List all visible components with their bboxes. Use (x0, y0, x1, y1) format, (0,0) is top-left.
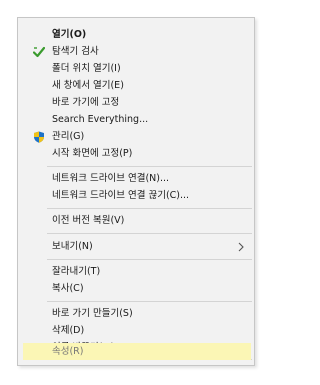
menu-item-label: 탐색기 검사 (52, 46, 99, 57)
menu-separator (47, 259, 252, 260)
context-menu: 열기(O) 탐색기 검사 폴더 위치 열기(I) 새 창에서 열기(E) 바로 … (17, 17, 255, 366)
menu-item-search-everything[interactable]: Search Everything... (18, 111, 254, 129)
menu-item-delete[interactable]: 삭제(D) (18, 322, 254, 340)
menu-item-label: 관리(G) (52, 131, 85, 142)
chevron-right-icon (238, 238, 244, 258)
menu-item-label: 속성(R) (52, 346, 84, 357)
menu-item-label: 네트워크 드라이브 연결(N)... (52, 173, 170, 184)
menu-separator (47, 233, 252, 234)
menu-item-pin-quick-access[interactable]: 바로 가기에 고정 (18, 94, 254, 112)
menu-separator (47, 166, 252, 167)
menu-item-explorer-scan[interactable]: 탐색기 검사 (18, 43, 254, 61)
menu-separator (47, 208, 252, 209)
menu-separator (47, 301, 252, 302)
defender-checkmark-icon (32, 46, 46, 58)
menu-item-label: Search Everything... (52, 114, 149, 125)
menu-item-label: 복사(C) (52, 283, 84, 294)
menu-item-copy[interactable]: 복사(C) (18, 280, 254, 298)
menu-item-label: 바로 가기에 고정 (52, 97, 120, 108)
menu-item-map-network-drive[interactable]: 네트워크 드라이브 연결(N)... (18, 170, 254, 188)
menu-item-label: 보내기(N) (52, 241, 93, 252)
menu-item-label: 새 창에서 열기(E) (52, 80, 124, 91)
menu-item-restore-previous-versions[interactable]: 이전 버전 복원(V) (18, 212, 254, 230)
menu-item-properties[interactable]: 속성(R) (18, 343, 254, 361)
uac-shield-icon (33, 131, 45, 143)
menu-item-manage[interactable]: 관리(G) (18, 128, 254, 146)
menu-item-open-new-window[interactable]: 새 창에서 열기(E) (18, 77, 254, 95)
menu-item-label: 열기(O) (52, 29, 87, 40)
menu-item-pin-start[interactable]: 시작 화면에 고정(P) (18, 145, 254, 163)
menu-item-label: 네트워크 드라이브 연결 끊기(C)... (52, 190, 190, 201)
menu-item-label: 시작 화면에 고정(P) (52, 148, 133, 159)
menu-item-label: 잘라내기(T) (52, 266, 101, 277)
menu-item-open-folder-location[interactable]: 폴더 위치 열기(I) (18, 60, 254, 78)
menu-item-label: 바로 가기 만들기(S) (52, 308, 133, 319)
menu-item-send-to[interactable]: 보내기(N) (18, 238, 254, 256)
menu-item-label: 이전 버전 복원(V) (52, 215, 125, 226)
menu-item-cut[interactable]: 잘라내기(T) (18, 263, 254, 281)
menu-item-open[interactable]: 열기(O) (18, 26, 254, 44)
menu-item-label: 삭제(D) (52, 325, 85, 336)
menu-item-label: 폴더 위치 열기(I) (52, 63, 121, 74)
menu-item-disconnect-network-drive[interactable]: 네트워크 드라이브 연결 끊기(C)... (18, 187, 254, 205)
menu-item-create-shortcut[interactable]: 바로 가기 만들기(S) (18, 305, 254, 323)
